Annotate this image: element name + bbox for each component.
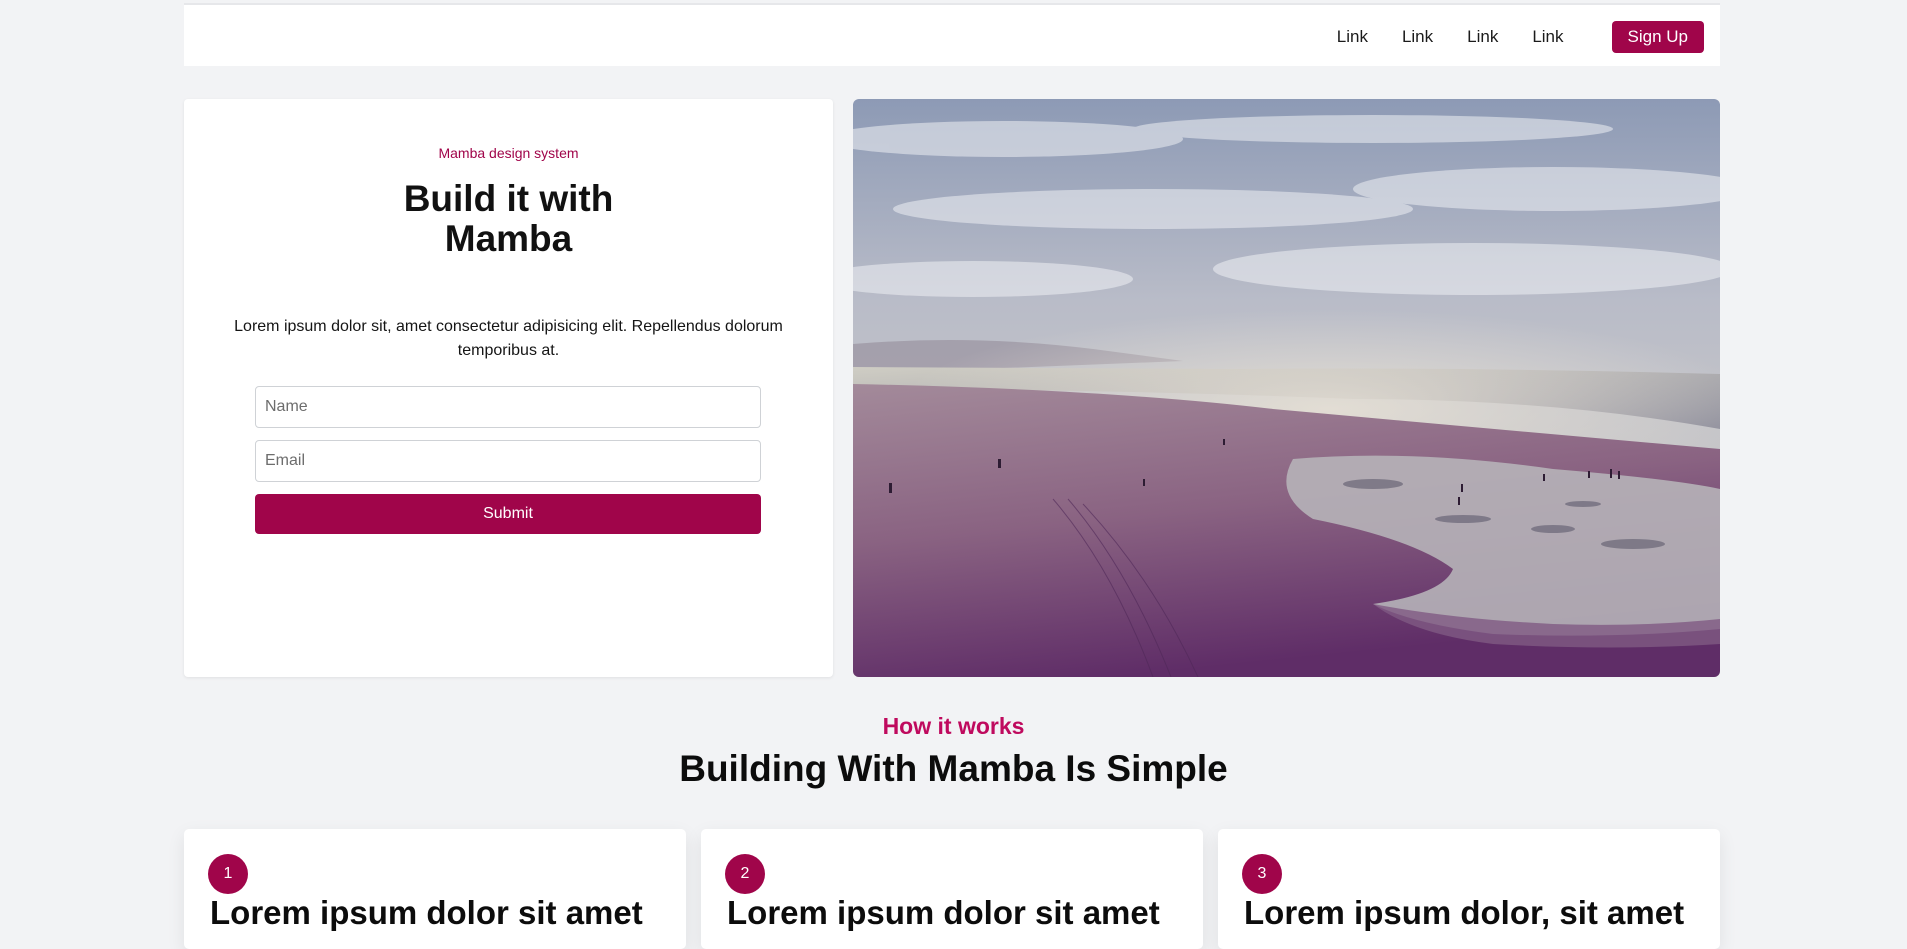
- hero-card: Mamba design system Build it with Mamba …: [184, 99, 833, 677]
- hero-beach-image: [853, 99, 1720, 677]
- hero-title: Build it with Mamba: [359, 179, 659, 259]
- step-heading: Lorem ipsum dolor, sit amet: [1244, 894, 1685, 931]
- hero-title-line-1: Build it with: [403, 178, 614, 219]
- step-card-1: 1 Lorem ipsum dolor sit amet: [184, 829, 686, 949]
- nav-links: Link Link Link Link Sign Up: [1337, 21, 1704, 53]
- hero-title-line-2: Mamba: [444, 218, 573, 259]
- step-card-3: 3 Lorem ipsum dolor, sit amet: [1218, 829, 1720, 949]
- step-card-2: 2 Lorem ipsum dolor sit amet: [701, 829, 1203, 949]
- top-navbar: Link Link Link Link Sign Up: [184, 3, 1720, 66]
- beach-photo: [853, 99, 1720, 677]
- step-number-badge: 3: [1242, 854, 1282, 894]
- how-it-works-title: Building With Mamba Is Simple: [679, 748, 1228, 789]
- step-heading: Lorem ipsum dolor sit amet: [727, 894, 1160, 931]
- step-number-badge: 1: [208, 854, 248, 894]
- nav-link-1[interactable]: Link: [1337, 21, 1368, 53]
- nav-link-3[interactable]: Link: [1467, 21, 1498, 53]
- sign-up-button[interactable]: Sign Up: [1611, 21, 1704, 53]
- nav-link-2[interactable]: Link: [1402, 21, 1433, 53]
- hero-description: Lorem ipsum dolor sit, amet consectetur …: [234, 318, 783, 359]
- name-field[interactable]: [255, 386, 761, 428]
- step-number-badge: 2: [725, 854, 765, 894]
- submit-button[interactable]: Submit: [255, 494, 761, 534]
- email-field[interactable]: [255, 440, 761, 482]
- hero-eyebrow: Mamba design system: [438, 145, 579, 161]
- how-it-works-label: How it works: [882, 713, 1025, 739]
- step-heading: Lorem ipsum dolor sit amet: [210, 894, 643, 931]
- signup-form: Submit: [255, 386, 761, 534]
- nav-link-4[interactable]: Link: [1532, 21, 1563, 53]
